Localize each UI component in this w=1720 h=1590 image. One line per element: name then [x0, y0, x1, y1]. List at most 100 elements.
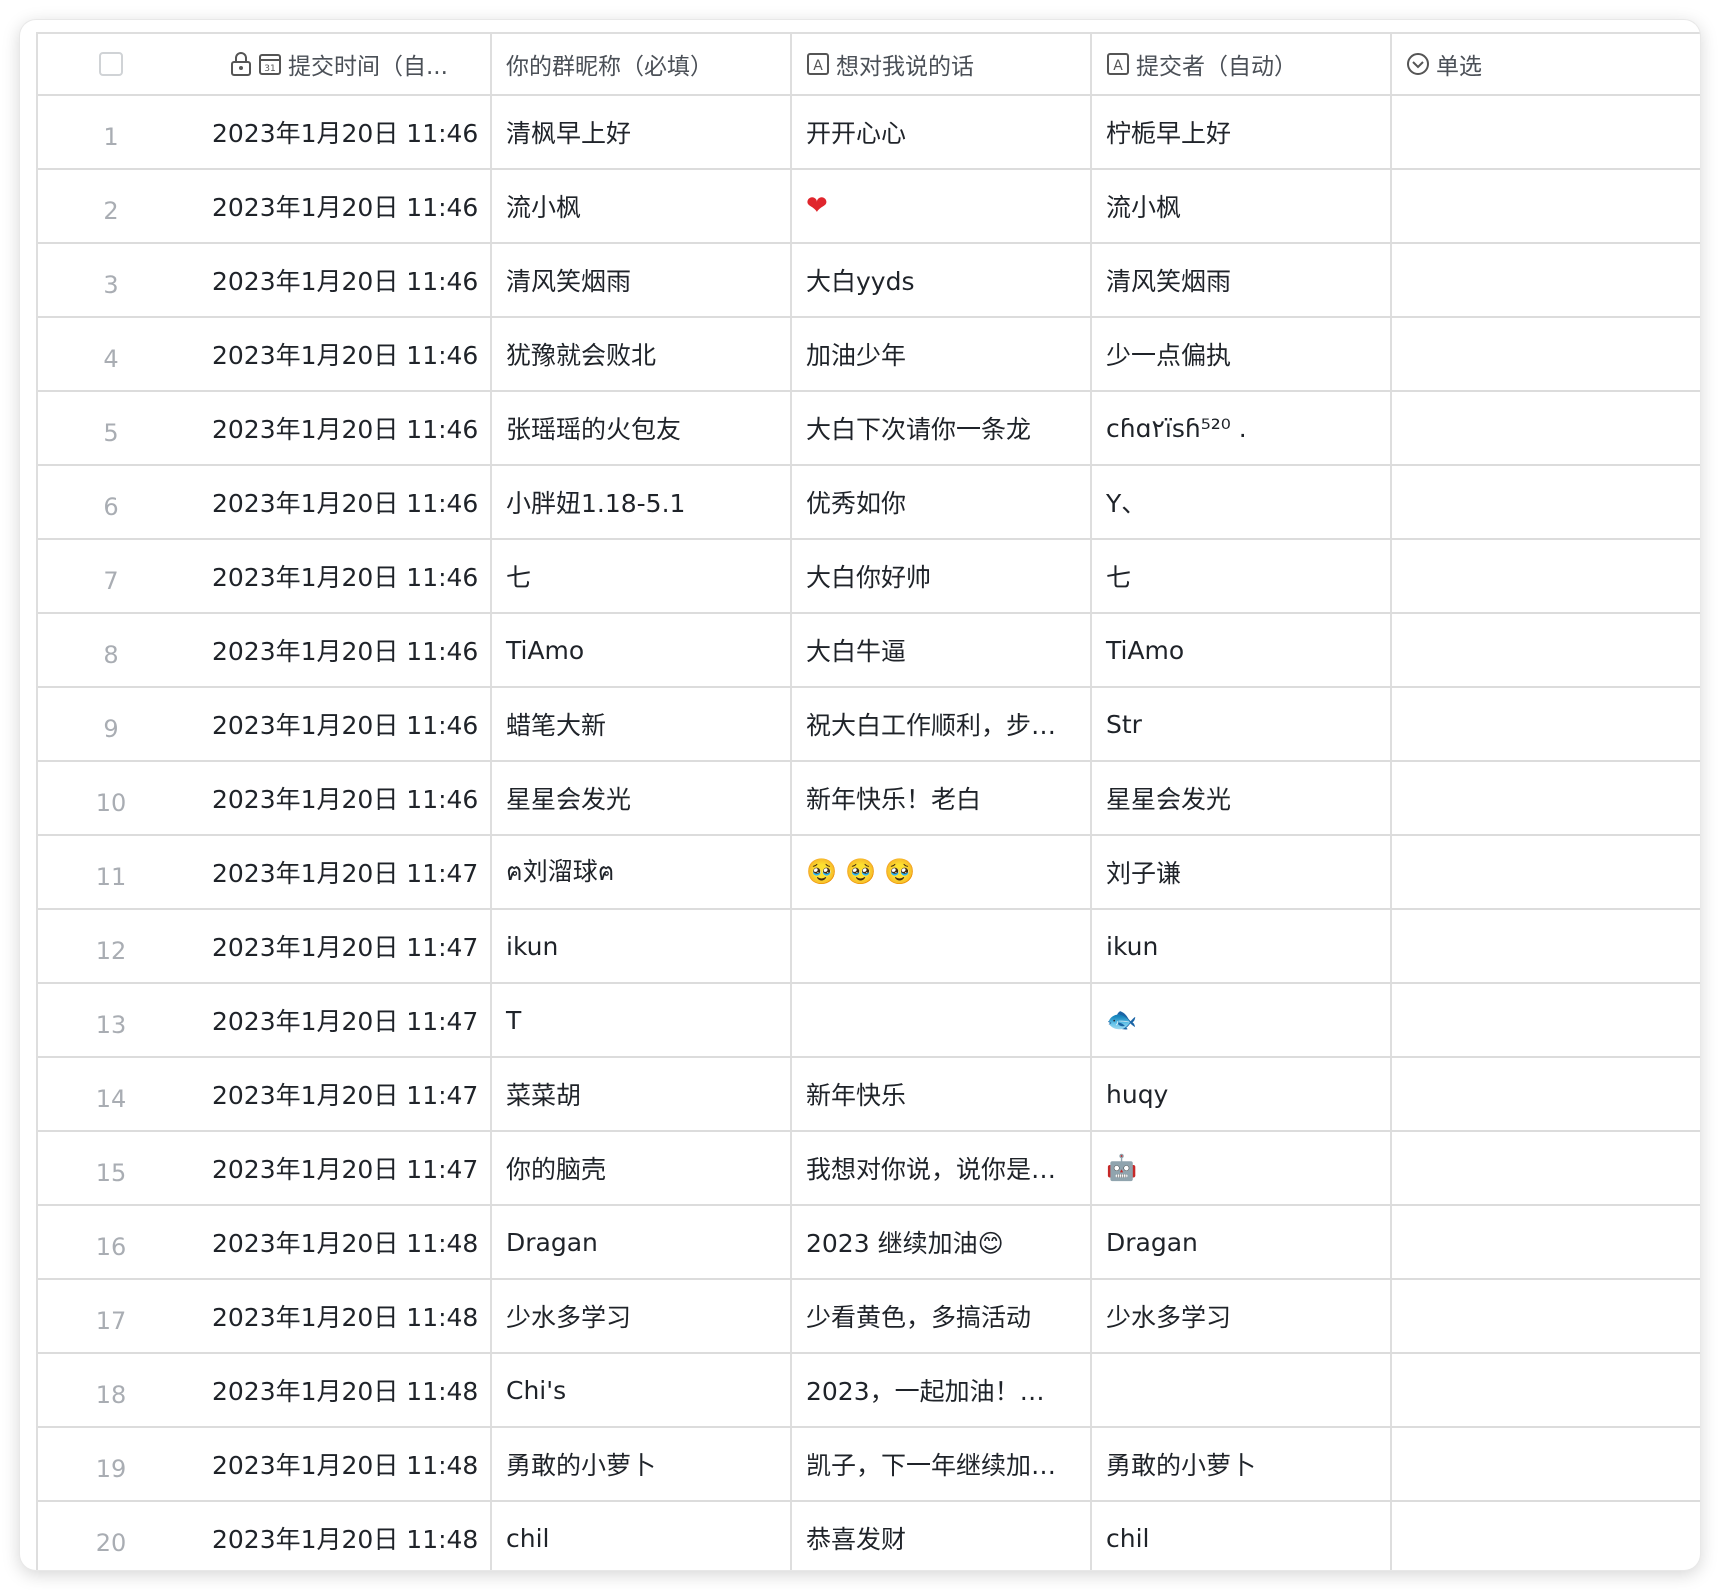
cell-message[interactable]: 我想对你说，说你是… — [792, 1132, 1092, 1204]
cell-message[interactable]: 2023，一起加油！… — [792, 1354, 1092, 1426]
cell-nickname[interactable]: 七 — [492, 540, 792, 612]
cell-submitter[interactable]: 星星会发光 — [1092, 762, 1392, 834]
cell-submitter[interactable]: ikun — [1092, 910, 1392, 982]
cell-nickname[interactable]: chil — [492, 1502, 792, 1570]
cell-single-select[interactable] — [1392, 688, 1700, 760]
cell-nickname[interactable]: 小胖妞1.18-5.1 — [492, 466, 792, 538]
cell-submit-time[interactable]: 2023年1月20日 11:48 — [192, 1206, 492, 1278]
table-row[interactable]: 7 2023年1月20日 11:46 七 大白你好帅 七 — [38, 540, 1700, 614]
cell-submit-time[interactable]: 2023年1月20日 11:47 — [192, 910, 492, 982]
table-row[interactable]: 15 2023年1月20日 11:47 你的脑壳 我想对你说，说你是… 🤖 — [38, 1132, 1700, 1206]
cell-submit-time[interactable]: 2023年1月20日 11:47 — [192, 1132, 492, 1204]
cell-single-select[interactable] — [1392, 984, 1700, 1056]
cell-submitter[interactable]: 🤖 — [1092, 1132, 1392, 1204]
cell-message[interactable]: 加油少年 — [792, 318, 1092, 390]
cell-nickname[interactable]: 流小枫 — [492, 170, 792, 242]
table-row[interactable]: 12 2023年1月20日 11:47 ikun ikun — [38, 910, 1700, 984]
column-header-message[interactable]: A 想对我说的话 — [792, 34, 1092, 94]
cell-submit-time[interactable]: 2023年1月20日 11:48 — [192, 1502, 492, 1570]
cell-submitter[interactable]: TiAmo — [1092, 614, 1392, 686]
cell-nickname[interactable]: 犹豫就会败北 — [492, 318, 792, 390]
column-header-submitter[interactable]: A 提交者（自动） — [1092, 34, 1392, 94]
table-row[interactable]: 4 2023年1月20日 11:46 犹豫就会败北 加油少年 少一点偏执 — [38, 318, 1700, 392]
cell-submitter[interactable]: 七 — [1092, 540, 1392, 612]
table-row[interactable]: 11 2023年1月20日 11:47 ฅ刘溜球ฅ 🥹 🥹 🥹 刘子谦 — [38, 836, 1700, 910]
cell-submitter[interactable]: Str — [1092, 688, 1392, 760]
table-row[interactable]: 3 2023年1月20日 11:46 清风笑烟雨 大白yyds 清风笑烟雨 — [38, 244, 1700, 318]
cell-message[interactable]: ❤ — [792, 170, 1092, 242]
table-row[interactable]: 6 2023年1月20日 11:46 小胖妞1.18-5.1 优秀如你 Y、 — [38, 466, 1700, 540]
cell-nickname[interactable]: 菜菜胡 — [492, 1058, 792, 1130]
table-row[interactable]: 16 2023年1月20日 11:48 Dragan 2023 继续加油😊 Dragan — [38, 1206, 1700, 1280]
cell-message[interactable]: 新年快乐 — [792, 1058, 1092, 1130]
cell-single-select[interactable] — [1392, 1354, 1700, 1426]
cell-submit-time[interactable]: 2023年1月20日 11:46 — [192, 762, 492, 834]
table-row[interactable]: 18 2023年1月20日 11:48 Chi's 2023，一起加油！… — [38, 1354, 1700, 1428]
cell-nickname[interactable]: ikun — [492, 910, 792, 982]
cell-message[interactable]: 恭喜发财 — [792, 1502, 1092, 1570]
cell-submit-time[interactable]: 2023年1月20日 11:48 — [192, 1354, 492, 1426]
table-row[interactable]: 10 2023年1月20日 11:46 星星会发光 新年快乐！老白 星星会发光 — [38, 762, 1700, 836]
column-header-nickname[interactable]: 你的群昵称（必填） — [492, 34, 792, 94]
cell-submit-time[interactable]: 2023年1月20日 11:46 — [192, 392, 492, 464]
cell-submit-time[interactable]: 2023年1月20日 11:46 — [192, 96, 492, 168]
table-row[interactable]: 9 2023年1月20日 11:46 蜡笔大新 祝大白工作顺利，步… Str — [38, 688, 1700, 762]
table-row[interactable]: 19 2023年1月20日 11:48 勇敢的小萝卜 凯子，下一年继续加… 勇敢的小萝卜 — [38, 1428, 1700, 1502]
table-row[interactable]: 8 2023年1月20日 11:46 TiAmo 大白牛逼 TiAmo — [38, 614, 1700, 688]
cell-nickname[interactable]: 蜡笔大新 — [492, 688, 792, 760]
cell-message[interactable]: 新年快乐！老白 — [792, 762, 1092, 834]
cell-submit-time[interactable]: 2023年1月20日 11:48 — [192, 1428, 492, 1500]
cell-nickname[interactable]: 你的脑壳 — [492, 1132, 792, 1204]
cell-submit-time[interactable]: 2023年1月20日 11:46 — [192, 540, 492, 612]
cell-submit-time[interactable]: 2023年1月20日 11:46 — [192, 466, 492, 538]
table-row[interactable]: 17 2023年1月20日 11:48 少水多学习 少看黄色，多搞活动 少水多学习 — [38, 1280, 1700, 1354]
column-header-single-select[interactable]: 单选 — [1392, 34, 1700, 94]
cell-single-select[interactable] — [1392, 1058, 1700, 1130]
cell-submitter[interactable]: 柠栀早上好 — [1092, 96, 1392, 168]
cell-single-select[interactable] — [1392, 762, 1700, 834]
cell-nickname[interactable]: TiAmo — [492, 614, 792, 686]
cell-nickname[interactable]: 清枫早上好 — [492, 96, 792, 168]
cell-message[interactable]: 优秀如你 — [792, 466, 1092, 538]
cell-submit-time[interactable]: 2023年1月20日 11:46 — [192, 244, 492, 316]
cell-message[interactable]: 凯子，下一年继续加… — [792, 1428, 1092, 1500]
cell-submitter[interactable]: 清风笑烟雨 — [1092, 244, 1392, 316]
cell-message[interactable]: 开开心心 — [792, 96, 1092, 168]
cell-submitter[interactable]: chil — [1092, 1502, 1392, 1570]
cell-submitter[interactable]: Y、 — [1092, 466, 1392, 538]
cell-message[interactable]: 大白你好帅 — [792, 540, 1092, 612]
column-header-submit-time[interactable]: 31 提交时间（自... — [192, 34, 492, 94]
cell-submit-time[interactable]: 2023年1月20日 11:46 — [192, 318, 492, 390]
cell-nickname[interactable]: Dragan — [492, 1206, 792, 1278]
cell-submitter[interactable]: 刘子谦 — [1092, 836, 1392, 908]
cell-message[interactable] — [792, 984, 1092, 1056]
cell-single-select[interactable] — [1392, 318, 1700, 390]
table-row[interactable]: 2 2023年1月20日 11:46 流小枫 ❤ 流小枫 — [38, 170, 1700, 244]
cell-single-select[interactable] — [1392, 1428, 1700, 1500]
cell-submit-time[interactable]: 2023年1月20日 11:46 — [192, 688, 492, 760]
cell-submitter[interactable]: huqy — [1092, 1058, 1392, 1130]
table-row[interactable]: 14 2023年1月20日 11:47 菜菜胡 新年快乐 huqy — [38, 1058, 1700, 1132]
cell-submitter[interactable]: 流小枫 — [1092, 170, 1392, 242]
cell-submit-time[interactable]: 2023年1月20日 11:46 — [192, 170, 492, 242]
table-row[interactable]: 5 2023年1月20日 11:46 张瑶瑶的火包友 大白下次请你一条龙 cɦɑ٢ïsɦ… — [38, 392, 1700, 466]
cell-nickname[interactable]: 勇敢的小萝卜 — [492, 1428, 792, 1500]
cell-single-select[interactable] — [1392, 96, 1700, 168]
cell-single-select[interactable] — [1392, 170, 1700, 242]
cell-nickname[interactable]: 少水多学习 — [492, 1280, 792, 1352]
cell-submit-time[interactable]: 2023年1月20日 11:48 — [192, 1280, 492, 1352]
cell-single-select[interactable] — [1392, 1280, 1700, 1352]
cell-single-select[interactable] — [1392, 392, 1700, 464]
cell-nickname[interactable]: 星星会发光 — [492, 762, 792, 834]
cell-message[interactable]: 🥹 🥹 🥹 — [792, 836, 1092, 908]
cell-single-select[interactable] — [1392, 244, 1700, 316]
cell-submit-time[interactable]: 2023年1月20日 11:47 — [192, 1058, 492, 1130]
cell-nickname[interactable]: 张瑶瑶的火包友 — [492, 392, 792, 464]
cell-message[interactable]: 2023 继续加油😊 — [792, 1206, 1092, 1278]
cell-single-select[interactable] — [1392, 1132, 1700, 1204]
cell-nickname[interactable]: Chi's — [492, 1354, 792, 1426]
cell-submitter[interactable]: 少水多学习 — [1092, 1280, 1392, 1352]
cell-submit-time[interactable]: 2023年1月20日 11:47 — [192, 984, 492, 1056]
cell-message[interactable]: 大白下次请你一条龙 — [792, 392, 1092, 464]
cell-single-select[interactable] — [1392, 1206, 1700, 1278]
